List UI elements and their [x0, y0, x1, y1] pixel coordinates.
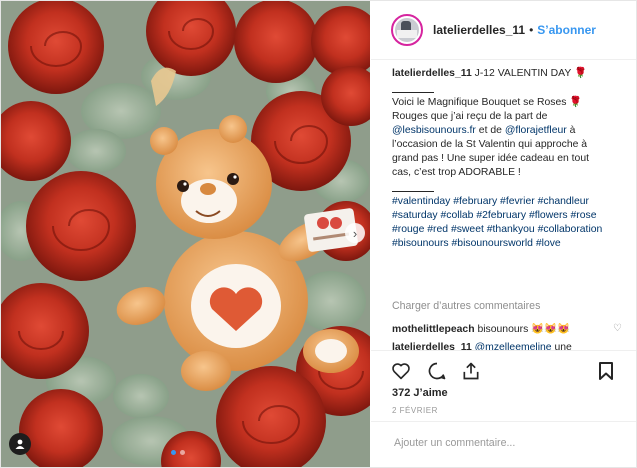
hashtag-link[interactable]: #bisounours — [392, 238, 449, 249]
comment-icon — [428, 362, 446, 380]
hashtag-link[interactable]: #chandleur — [538, 196, 589, 207]
hashtag-link[interactable]: #bisounoursworld — [452, 238, 533, 249]
bouquet-image — [1, 1, 370, 467]
caption-line: Voici le Magnifique Bouquet se Roses 🌹 — [392, 97, 583, 108]
hashtag-link[interactable]: #fevrier — [500, 196, 535, 207]
next-photo-button[interactable]: › — [345, 223, 365, 243]
caption-line: l’occasion de la St Valentin qui approch… — [392, 139, 588, 150]
mention-link[interactable]: @florajetfleur — [505, 125, 567, 136]
caption-title: J-12 VALENTIN DAY 🌹 — [474, 68, 587, 79]
comment-text: bisounours 😻😻😻 — [477, 324, 570, 335]
caption: latelierdelles_11 J-12 VALENTIN DAY 🌹 Vo… — [392, 67, 612, 251]
follow-button[interactable]: S’abonner — [537, 23, 596, 37]
hashtag-link[interactable]: #2february — [476, 210, 526, 221]
username-link[interactable]: latelierdelles_11 — [433, 23, 525, 37]
share-button[interactable] — [460, 360, 482, 382]
load-more-comments-link[interactable]: Charger d’autres commentaires — [392, 300, 540, 312]
hashtag-link[interactable]: #collaboration — [538, 224, 603, 235]
add-comment-input[interactable] — [392, 436, 616, 450]
hashtag-link[interactable]: #rouge — [392, 224, 424, 235]
avatar[interactable] — [391, 14, 423, 46]
hashtag-link[interactable]: #sweet — [451, 224, 484, 235]
comment-button[interactable] — [426, 360, 448, 382]
heart-icon: ♡ — [613, 323, 622, 334]
comment: latelierdelles_11 @mzelleemeline une — [392, 341, 622, 350]
save-button[interactable] — [595, 360, 617, 382]
caption-line: grand pas ! Une super idée cadeau en tou… — [392, 153, 589, 164]
post-photo[interactable]: › — [1, 1, 370, 467]
comment-username[interactable]: latelierdelles_11 — [392, 342, 472, 350]
hashtag-link[interactable]: #valentinday — [392, 196, 450, 207]
carousel-indicator — [171, 450, 185, 455]
hashtag-link[interactable]: #love — [536, 238, 561, 249]
hashtag-link[interactable]: #collab — [441, 210, 474, 221]
caption-text: et de — [478, 125, 502, 136]
hashtag-link[interactable]: #red — [427, 224, 448, 235]
hashtag-link[interactable]: #february — [453, 196, 497, 207]
hashtag-link[interactable]: #flowers — [529, 210, 568, 221]
user-tag-icon — [15, 439, 25, 449]
caption-line: @lesbisounours.fr et de @florajetfleur à — [392, 124, 612, 138]
comment-like-button[interactable]: ♡ — [613, 323, 622, 334]
hashtag-list: #valentinday #february #fevrier #chandle… — [392, 195, 612, 251]
post-modal: › latelierdelles_11 • S’abonner latelier… — [0, 0, 637, 468]
post-header: latelierdelles_11 • S’abonner — [371, 1, 636, 60]
carousel-dot — [180, 450, 185, 455]
separator-bullet: • — [529, 23, 534, 37]
like-button[interactable] — [390, 360, 412, 382]
hashtag-link[interactable]: #thankyou — [487, 224, 535, 235]
carousel-dot — [171, 450, 176, 455]
heart-icon — [392, 363, 410, 380]
chevron-right-icon: › — [352, 225, 358, 241]
caption-line: cas, c’est trop ADORABLE ! — [392, 167, 521, 178]
likes-count[interactable]: 372 J’aime — [392, 387, 448, 399]
caption-text: à — [569, 125, 576, 136]
hashtag-link[interactable]: #saturday — [392, 210, 438, 221]
add-comment-bar — [371, 421, 636, 467]
post-sidebar: latelierdelles_11 • S’abonner latelierde… — [371, 1, 636, 467]
share-icon — [463, 362, 479, 380]
action-bar — [371, 350, 636, 391]
comment: mothelittlepeach bisounours 😻😻😻 — [392, 322, 622, 335]
avatar-shape-bottom — [397, 30, 417, 38]
hashtag-link[interactable]: #rose — [571, 210, 597, 221]
comment-username[interactable]: mothelittlepeach — [392, 324, 475, 335]
post-date: 2 FÉVRIER — [392, 406, 438, 415]
comment-text: une — [554, 342, 572, 350]
tagged-users-button[interactable] — [9, 433, 31, 455]
mention-link[interactable]: @mzelleemeline — [475, 342, 552, 350]
caption-line: Rouges que j’ai reçu de la part de — [392, 111, 548, 122]
avatar-image — [395, 18, 419, 42]
caption-username[interactable]: latelierdelles_11 — [392, 68, 472, 79]
caption-divider — [392, 92, 434, 93]
bookmark-icon — [599, 362, 613, 380]
caption-title-line: latelierdelles_11 J-12 VALENTIN DAY 🌹 — [392, 67, 612, 81]
mention-link[interactable]: @lesbisounours.fr — [392, 125, 476, 136]
caption-divider — [392, 191, 434, 192]
